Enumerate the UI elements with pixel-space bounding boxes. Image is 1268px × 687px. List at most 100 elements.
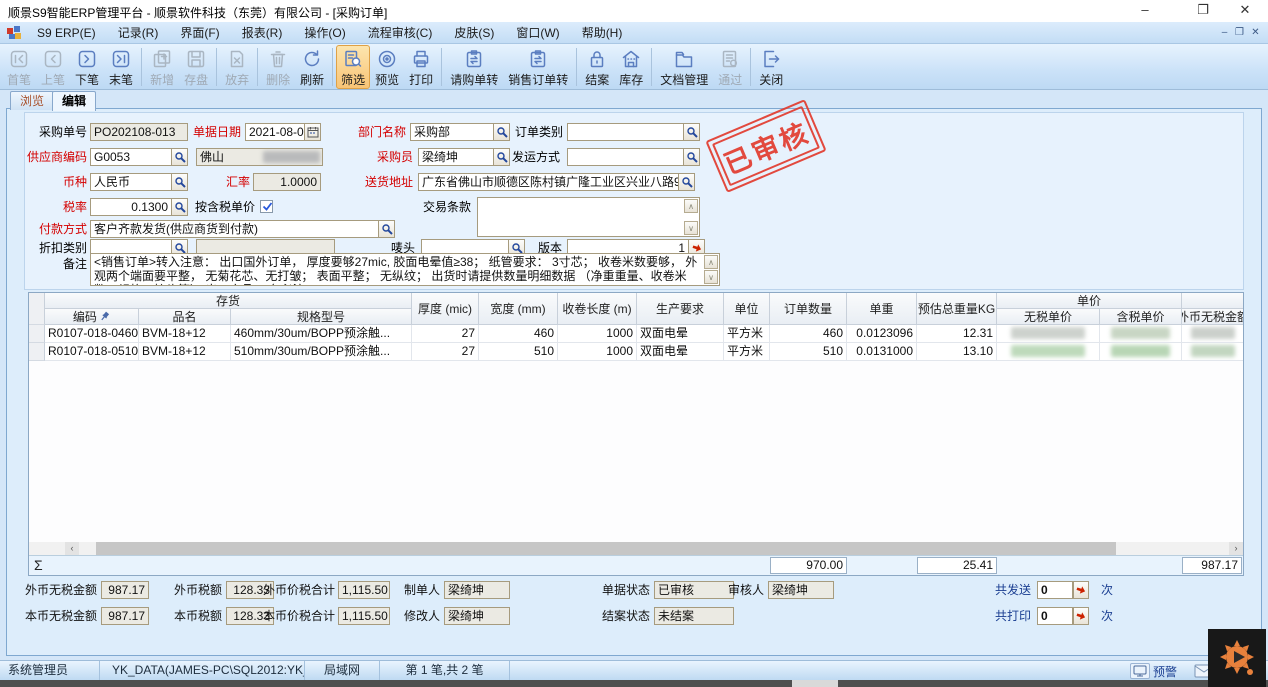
toolbar-button-new-doc[interactable]: 新增 — [145, 45, 179, 89]
cell-width[interactable]: 460 — [479, 325, 558, 343]
buyer-field[interactable]: 梁绮坤 — [418, 148, 510, 166]
toolbar-button-first-record[interactable]: 首笔 — [2, 45, 36, 89]
cell-unit_weight[interactable]: 0.0131000 — [847, 343, 917, 361]
menu-item-界面[interactable]: 界面(F) — [169, 22, 230, 44]
print-count-field[interactable]: 0 — [1037, 607, 1073, 625]
scroll-left-arrow[interactable]: ‹ — [65, 542, 79, 555]
cell-length[interactable]: 1000 — [558, 325, 637, 343]
cell-spec[interactable]: 460mm/30um/BOPP预涂触... — [231, 325, 412, 343]
alert-button[interactable]: 预警 — [1130, 662, 1177, 680]
doc-date-field[interactable]: 2021-08-04 — [245, 123, 321, 141]
row-selector[interactable] — [29, 343, 45, 361]
menu-item-报表[interactable]: 报表(R) — [231, 22, 294, 44]
toolbar-button-exit[interactable]: 关闭 — [754, 45, 788, 89]
ship-method-field[interactable] — [567, 148, 700, 166]
cell-thickness[interactable]: 27 — [412, 325, 479, 343]
mdi-minimize-button[interactable]: – — [1217, 25, 1232, 40]
menu-item-皮肤[interactable]: 皮肤(S) — [443, 22, 505, 44]
tax-rate-field[interactable]: 0.1300 — [90, 198, 188, 216]
currency-field[interactable]: 人民币 — [90, 173, 188, 191]
currency-lookup-button[interactable] — [171, 174, 187, 190]
menu-item-流程审核[interactable]: 流程审核(C) — [357, 22, 444, 44]
menu-item-窗口[interactable]: 窗口(W) — [505, 22, 570, 44]
select-all-cell[interactable] — [29, 293, 45, 325]
minimize-button[interactable]: – — [1128, 0, 1162, 20]
buyer-lookup-button[interactable] — [493, 149, 509, 165]
menu-item-操作[interactable]: 操作(O) — [293, 22, 356, 44]
delivery-address-lookup-button[interactable] — [678, 174, 694, 190]
col-header-unit_weight[interactable]: 单重 — [847, 293, 917, 325]
tax-rate-lookup-button[interactable] — [171, 199, 187, 215]
dept-lookup-button[interactable] — [493, 124, 509, 140]
dept-field[interactable]: 采购部 — [410, 123, 510, 141]
col-header-price_incl[interactable]: 含税单价 — [1100, 309, 1182, 325]
toolbar-button-next-record[interactable]: 下笔 — [70, 45, 104, 89]
payment-method-field[interactable]: 客户齐款发货(供应商货到付款) — [90, 220, 395, 238]
scroll-down-icon[interactable]: ∨ — [684, 221, 698, 235]
order-type-field[interactable] — [567, 123, 700, 141]
cell-amount_excl[interactable] — [1182, 343, 1244, 361]
scroll-up-icon[interactable]: ∧ — [684, 199, 698, 213]
cell-unit[interactable]: 平方米 — [724, 343, 770, 361]
ship-method-lookup-button[interactable] — [683, 149, 699, 165]
col-header-length[interactable]: 收卷长度 (m) — [558, 293, 637, 325]
trade-terms-field[interactable]: ∧ ∨ — [477, 197, 700, 237]
cell-qty[interactable]: 510 — [770, 343, 847, 361]
maximize-button[interactable]: ❐ — [1186, 0, 1220, 20]
supplier-code-field[interactable]: G0053 — [90, 148, 188, 166]
col-header-name[interactable]: 品名 — [139, 309, 231, 325]
cell-prod_req[interactable]: 双面电晕 — [637, 343, 724, 361]
scroll-right-arrow[interactable]: › — [1229, 542, 1243, 555]
col-header-width[interactable]: 宽度 (mm) — [479, 293, 558, 325]
cell-unit[interactable]: 平方米 — [724, 325, 770, 343]
menu-item-s9erp[interactable]: S9 ERP(E) — [26, 22, 107, 44]
supplier-name-field[interactable]: 佛山 — [196, 148, 323, 166]
toolbar-button-refresh[interactable]: 刷新 — [295, 45, 329, 89]
cell-thickness[interactable]: 27 — [412, 343, 479, 361]
scroll-down-icon[interactable]: ∨ — [704, 270, 718, 284]
col-header-unit[interactable]: 单位 — [724, 293, 770, 325]
supplier-code-lookup-button[interactable] — [171, 149, 187, 165]
cell-name[interactable]: BVM-18+12 — [139, 325, 231, 343]
col-header-est_weight[interactable]: 预估总重量KG — [917, 293, 997, 325]
cell-amount_excl[interactable] — [1182, 325, 1244, 343]
delivery-address-field[interactable]: 广东省佛山市顺德区陈村镇广隆工业区兴业八路9号之一 — [418, 173, 695, 191]
toolbar-button-preview[interactable]: 预览 — [370, 45, 404, 89]
doc-date-calendar-button[interactable] — [304, 124, 320, 140]
tab-edit[interactable]: 编辑 — [52, 91, 96, 111]
print-count-spinner-button[interactable] — [1073, 607, 1089, 625]
cell-price_excl[interactable] — [997, 343, 1100, 361]
scrollbar-thumb[interactable] — [96, 542, 1116, 555]
toolbar-button-document-manage[interactable]: 文档管理 — [655, 45, 713, 89]
sent-count-spinner-button[interactable] — [1073, 581, 1089, 599]
cell-qty[interactable]: 460 — [770, 325, 847, 343]
toolbar-button-print[interactable]: 打印 — [404, 45, 438, 89]
menu-item-记录[interactable]: 记录(R) — [107, 22, 170, 44]
remark-field[interactable]: <销售订单>转入注意： 出口国外订单， 厚度要够27mic, 胶面电晕值≥38；… — [90, 253, 720, 286]
cell-price_incl[interactable] — [1100, 343, 1182, 361]
col-header-prod_req[interactable]: 生产要求 — [637, 293, 724, 325]
cell-unit_weight[interactable]: 0.0123096 — [847, 325, 917, 343]
toolbar-button-filter[interactable]: 筛选 — [336, 45, 370, 89]
col-header-price_excl[interactable]: 无税单价 — [997, 309, 1100, 325]
cell-code[interactable]: R0107-018-0460-... — [45, 325, 139, 343]
scroll-up-icon[interactable]: ∧ — [704, 255, 718, 269]
toolbar-button-save[interactable]: 存盘 — [179, 45, 213, 89]
col-header-spec[interactable]: 规格型号 — [231, 309, 412, 325]
order-type-lookup-button[interactable] — [683, 124, 699, 140]
cell-est_weight[interactable]: 12.31 — [917, 325, 997, 343]
cell-length[interactable]: 1000 — [558, 343, 637, 361]
po-no-field[interactable]: PO202108-013 — [90, 123, 188, 141]
col-header-code[interactable]: 编码 — [45, 309, 139, 325]
cell-price_incl[interactable] — [1100, 325, 1182, 343]
toolbar-button-prev-record[interactable]: 上笔 — [36, 45, 70, 89]
toolbar-button-delete[interactable]: 删除 — [261, 45, 295, 89]
col-header-amount_excl[interactable]: 外币无税金额 — [1182, 309, 1244, 325]
col-header-qty[interactable]: 订单数量 — [770, 293, 847, 325]
cell-width[interactable]: 510 — [479, 343, 558, 361]
toolbar-button-last-record[interactable]: 末笔 — [104, 45, 138, 89]
cell-price_excl[interactable] — [997, 325, 1100, 343]
row-selector[interactable] — [29, 325, 45, 343]
grid-horizontal-scrollbar[interactable]: ‹ › — [29, 542, 1243, 555]
exchange-rate-field[interactable]: 1.0000 — [253, 173, 321, 191]
